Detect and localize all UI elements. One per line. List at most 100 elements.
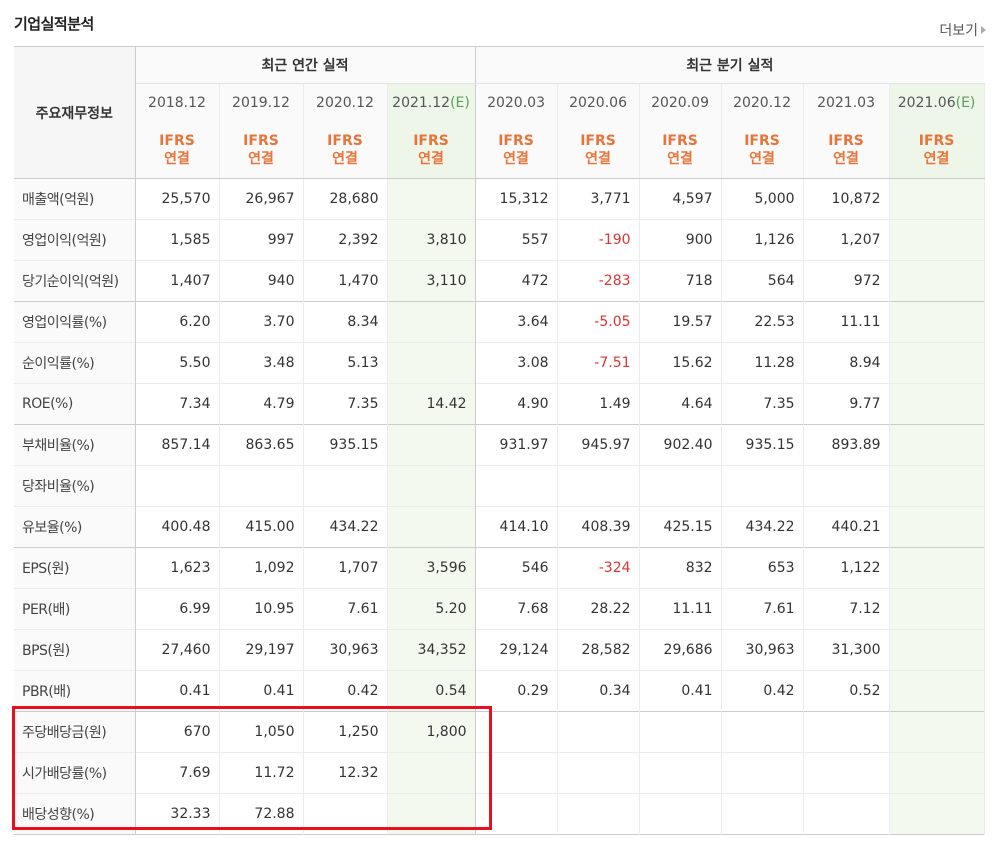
ifrs-label: IFRS 연결: [639, 122, 722, 179]
ifrs-standard: IFRS: [243, 133, 279, 149]
table-cell: 26,967: [219, 178, 304, 220]
table-cell: 6.99: [135, 588, 220, 630]
table-cell: 653: [721, 547, 804, 589]
ifrs-consolidated: 연결: [833, 151, 859, 167]
table-cell: 1,122: [803, 547, 890, 589]
table-cell: 863.65: [219, 424, 304, 466]
period-header: 2018.12: [135, 83, 220, 122]
table-cell: 29,124: [475, 629, 558, 671]
ifrs-label: IFRS 연결: [135, 122, 220, 179]
table-cell: 12.32: [303, 752, 388, 794]
ifrs-standard: IFRS: [498, 133, 534, 149]
ifrs-label: IFRS 연결: [219, 122, 304, 179]
table-cell: 8.34: [303, 301, 388, 343]
ifrs-standard: IFRS: [662, 133, 698, 149]
row-label: 당기순이익(억원): [14, 260, 136, 302]
more-link[interactable]: 더보기: [939, 20, 986, 40]
table-cell: [475, 793, 558, 835]
table-cell: [889, 219, 985, 261]
table-cell: 15.62: [639, 342, 722, 384]
table-cell: 1,623: [135, 547, 220, 589]
table-cell: 27,460: [135, 629, 220, 671]
ifrs-consolidated: 연결: [332, 151, 358, 167]
table-cell: [889, 506, 985, 548]
table-cell: 7.61: [303, 588, 388, 630]
table-cell: 472: [475, 260, 558, 302]
table-cell: [889, 465, 985, 507]
table-cell: [387, 506, 476, 548]
table-cell: [639, 752, 722, 794]
table-cell: 4.64: [639, 383, 722, 425]
table-cell: 19.57: [639, 301, 722, 343]
table-cell: 408.39: [557, 506, 640, 548]
row-label: 주당배당금(원): [14, 711, 136, 753]
table-cell: [475, 711, 558, 753]
table-cell: [803, 711, 890, 753]
table-cell: 0.34: [557, 670, 640, 712]
table-cell: 11.28: [721, 342, 804, 384]
table-cell: [557, 465, 640, 507]
table-cell: 557: [475, 219, 558, 261]
ifrs-label: IFRS 연결: [475, 122, 558, 179]
table-cell: 0.42: [721, 670, 804, 712]
table-cell: [889, 711, 985, 753]
row-label: 영업이익(억원): [14, 219, 136, 261]
table-cell: 3.70: [219, 301, 304, 343]
table-cell: [475, 752, 558, 794]
period-label: 2020.12: [733, 95, 791, 111]
table-cell: -7.51: [557, 342, 640, 384]
table-cell: 28,582: [557, 629, 640, 671]
table-cell: 3,596: [387, 547, 476, 589]
table-cell: 3.48: [219, 342, 304, 384]
table-cell: 1,470: [303, 260, 388, 302]
period-label: 2021.03: [817, 95, 875, 111]
ifrs-standard: IFRS: [828, 133, 864, 149]
table-cell: 22.53: [721, 301, 804, 343]
table-row: 부채비율(%) 857.14 863.65 935.15 931.97 945.97 902…: [14, 424, 985, 466]
table-cell: 7.69: [135, 752, 220, 794]
ifrs-label: IFRS 연결: [303, 122, 388, 179]
period-label: 2019.12: [232, 95, 290, 111]
table-cell: 28,680: [303, 178, 388, 220]
table-cell: 7.12: [803, 588, 890, 630]
table-cell: 7.61: [721, 588, 804, 630]
table-cell: 0.54: [387, 670, 476, 712]
table-cell: 1,092: [219, 547, 304, 589]
table-cell: 0.29: [475, 670, 558, 712]
table-cell: 900: [639, 219, 722, 261]
table-cell: 0.41: [639, 670, 722, 712]
table-cell: 10.95: [219, 588, 304, 630]
table-cell: [387, 793, 476, 835]
table-cell: 1.49: [557, 383, 640, 425]
table-cell: [557, 793, 640, 835]
table-cell: [303, 465, 388, 507]
table-cell: [889, 383, 985, 425]
quarterly-group-header: 최근 분기 실적: [475, 46, 985, 84]
ifrs-standard: IFRS: [918, 133, 955, 149]
table-cell: [889, 342, 985, 384]
table-cell: [889, 424, 985, 466]
table-cell: [889, 178, 985, 220]
table-cell: [557, 752, 640, 794]
table-cell: 564: [721, 260, 804, 302]
table-cell: [475, 465, 558, 507]
table-cell: -324: [557, 547, 640, 589]
table-cell: [889, 752, 985, 794]
table-cell: 414.10: [475, 506, 558, 548]
ifrs-consolidated: 연결: [749, 151, 775, 167]
table-row: EPS(원) 1,623 1,092 1,707 3,596 546 -324 832 653 1…: [14, 547, 985, 589]
ifrs-standard: IFRS: [580, 133, 616, 149]
ifrs-label: IFRS 연결: [557, 122, 640, 179]
period-header: 2021.12(E): [387, 83, 476, 122]
table-cell: [889, 629, 985, 671]
table-cell: 3,810: [387, 219, 476, 261]
table-cell: 3.64: [475, 301, 558, 343]
ifrs-standard: IFRS: [327, 133, 363, 149]
row-label: PBR(배): [14, 670, 136, 712]
row-label: 매출액(억원): [14, 178, 136, 220]
period-header: 2021.03: [803, 83, 890, 122]
table-cell: 7.35: [721, 383, 804, 425]
row-label: BPS(원): [14, 629, 136, 671]
table-cell: 0.41: [219, 670, 304, 712]
period-label: 2021.12: [392, 95, 451, 111]
